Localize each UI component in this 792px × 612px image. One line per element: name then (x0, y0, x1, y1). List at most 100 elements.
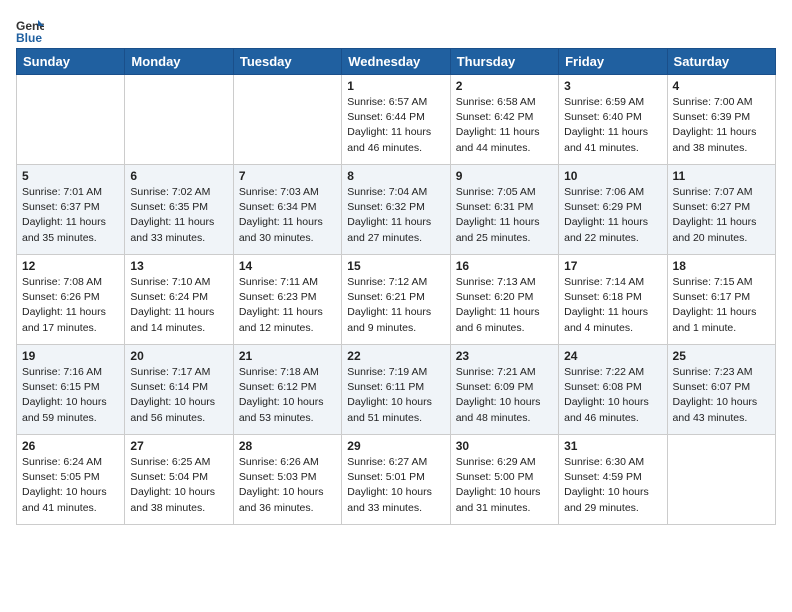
calendar-cell (233, 75, 341, 165)
calendar-cell: 12 Sunrise: 7:08 AM Sunset: 6:26 PM Dayli… (17, 255, 125, 345)
day-info: Sunrise: 7:18 AM Sunset: 6:12 PM Dayligh… (239, 365, 336, 426)
weekday-header-row: SundayMondayTuesdayWednesdayThursdayFrid… (17, 49, 776, 75)
day-info: Sunrise: 7:04 AM Sunset: 6:32 PM Dayligh… (347, 185, 444, 246)
calendar-cell: 23 Sunrise: 7:21 AM Sunset: 6:09 PM Dayli… (450, 345, 558, 435)
day-info: Sunrise: 7:13 AM Sunset: 6:20 PM Dayligh… (456, 275, 553, 336)
weekday-header: Saturday (667, 49, 775, 75)
calendar-cell: 8 Sunrise: 7:04 AM Sunset: 6:32 PM Daylig… (342, 165, 450, 255)
calendar-week-row: 26Sunrise: 6:24 AM Sunset: 5:05 PM Dayli… (17, 435, 776, 525)
day-info: Sunrise: 7:22 AM Sunset: 6:08 PM Dayligh… (564, 365, 661, 426)
logo: General Blue (16, 16, 48, 44)
calendar-cell (667, 435, 775, 525)
day-info: Sunrise: 7:08 AM Sunset: 6:26 PM Dayligh… (22, 275, 119, 336)
day-number: 16 (456, 259, 553, 273)
calendar-cell: 10 Sunrise: 7:06 AM Sunset: 6:29 PM Dayli… (559, 165, 667, 255)
calendar-cell: 26Sunrise: 6:24 AM Sunset: 5:05 PM Dayli… (17, 435, 125, 525)
calendar-cell: 17Sunrise: 7:14 AM Sunset: 6:18 PM Dayli… (559, 255, 667, 345)
svg-text:Blue: Blue (16, 31, 42, 44)
day-number: 17 (564, 259, 661, 273)
calendar-cell: 11 Sunrise: 7:07 AM Sunset: 6:27 PM Dayli… (667, 165, 775, 255)
calendar-cell: 27 Sunrise: 6:25 AM Sunset: 5:04 PM Dayli… (125, 435, 233, 525)
day-number: 22 (347, 349, 444, 363)
day-info: Sunrise: 6:58 AM Sunset: 6:42 PM Dayligh… (456, 95, 553, 156)
calendar-cell: 21 Sunrise: 7:18 AM Sunset: 6:12 PM Dayli… (233, 345, 341, 435)
weekday-header: Tuesday (233, 49, 341, 75)
day-info: Sunrise: 7:16 AM Sunset: 6:15 PM Dayligh… (22, 365, 119, 426)
day-number: 28 (239, 439, 336, 453)
day-info: Sunrise: 7:05 AM Sunset: 6:31 PM Dayligh… (456, 185, 553, 246)
day-info: Sunrise: 6:25 AM Sunset: 5:04 PM Dayligh… (130, 455, 227, 516)
day-number: 13 (130, 259, 227, 273)
day-info: Sunrise: 7:03 AM Sunset: 6:34 PM Dayligh… (239, 185, 336, 246)
day-info: Sunrise: 7:17 AM Sunset: 6:14 PM Dayligh… (130, 365, 227, 426)
calendar-week-row: 1Sunrise: 6:57 AM Sunset: 6:44 PM Daylig… (17, 75, 776, 165)
calendar-week-row: 19 Sunrise: 7:16 AM Sunset: 6:15 PM Dayli… (17, 345, 776, 435)
calendar-cell: 3Sunrise: 6:59 AM Sunset: 6:40 PM Daylig… (559, 75, 667, 165)
calendar-cell: 18 Sunrise: 7:15 AM Sunset: 6:17 PM Dayli… (667, 255, 775, 345)
day-number: 14 (239, 259, 336, 273)
day-info: Sunrise: 7:21 AM Sunset: 6:09 PM Dayligh… (456, 365, 553, 426)
calendar-cell: 15 Sunrise: 7:12 AM Sunset: 6:21 PM Dayli… (342, 255, 450, 345)
weekday-header: Monday (125, 49, 233, 75)
day-info: Sunrise: 7:07 AM Sunset: 6:27 PM Dayligh… (673, 185, 770, 246)
calendar-cell: 25Sunrise: 7:23 AM Sunset: 6:07 PM Dayli… (667, 345, 775, 435)
day-info: Sunrise: 6:30 AM Sunset: 4:59 PM Dayligh… (564, 455, 661, 516)
weekday-header: Thursday (450, 49, 558, 75)
calendar-cell: 9 Sunrise: 7:05 AM Sunset: 6:31 PM Daylig… (450, 165, 558, 255)
calendar-cell: 29Sunrise: 6:27 AM Sunset: 5:01 PM Dayli… (342, 435, 450, 525)
day-info: Sunrise: 6:57 AM Sunset: 6:44 PM Dayligh… (347, 95, 444, 156)
day-info: Sunrise: 7:12 AM Sunset: 6:21 PM Dayligh… (347, 275, 444, 336)
day-number: 3 (564, 79, 661, 93)
weekday-header: Sunday (17, 49, 125, 75)
day-number: 31 (564, 439, 661, 453)
calendar-cell: 22 Sunrise: 7:19 AM Sunset: 6:11 PM Dayli… (342, 345, 450, 435)
day-number: 6 (130, 169, 227, 183)
day-info: Sunrise: 7:02 AM Sunset: 6:35 PM Dayligh… (130, 185, 227, 246)
day-info: Sunrise: 7:11 AM Sunset: 6:23 PM Dayligh… (239, 275, 336, 336)
calendar-cell (17, 75, 125, 165)
calendar-cell: 4Sunrise: 7:00 AM Sunset: 6:39 PM Daylig… (667, 75, 775, 165)
day-number: 18 (673, 259, 770, 273)
calendar-cell: 13 Sunrise: 7:10 AM Sunset: 6:24 PM Dayli… (125, 255, 233, 345)
day-number: 12 (22, 259, 119, 273)
day-number: 2 (456, 79, 553, 93)
calendar-cell: 16 Sunrise: 7:13 AM Sunset: 6:20 PM Dayli… (450, 255, 558, 345)
calendar-cell: 1Sunrise: 6:57 AM Sunset: 6:44 PM Daylig… (342, 75, 450, 165)
calendar-table: SundayMondayTuesdayWednesdayThursdayFrid… (16, 48, 776, 525)
day-number: 19 (22, 349, 119, 363)
day-info: Sunrise: 7:15 AM Sunset: 6:17 PM Dayligh… (673, 275, 770, 336)
day-info: Sunrise: 6:29 AM Sunset: 5:00 PM Dayligh… (456, 455, 553, 516)
day-number: 23 (456, 349, 553, 363)
calendar-cell: 6 Sunrise: 7:02 AM Sunset: 6:35 PM Daylig… (125, 165, 233, 255)
day-info: Sunrise: 7:06 AM Sunset: 6:29 PM Dayligh… (564, 185, 661, 246)
day-number: 29 (347, 439, 444, 453)
day-info: Sunrise: 7:00 AM Sunset: 6:39 PM Dayligh… (673, 95, 770, 156)
logo-icon: General Blue (16, 16, 44, 44)
day-number: 11 (673, 169, 770, 183)
calendar-cell: 31 Sunrise: 6:30 AM Sunset: 4:59 PM Dayli… (559, 435, 667, 525)
day-number: 9 (456, 169, 553, 183)
calendar-cell: 30 Sunrise: 6:29 AM Sunset: 5:00 PM Dayli… (450, 435, 558, 525)
calendar-week-row: 12 Sunrise: 7:08 AM Sunset: 6:26 PM Dayli… (17, 255, 776, 345)
day-info: Sunrise: 7:01 AM Sunset: 6:37 PM Dayligh… (22, 185, 119, 246)
day-number: 15 (347, 259, 444, 273)
day-number: 10 (564, 169, 661, 183)
day-number: 26 (22, 439, 119, 453)
day-number: 5 (22, 169, 119, 183)
calendar-cell: 5 Sunrise: 7:01 AM Sunset: 6:37 PM Daylig… (17, 165, 125, 255)
day-number: 25 (673, 349, 770, 363)
calendar-cell: 20Sunrise: 7:17 AM Sunset: 6:14 PM Dayli… (125, 345, 233, 435)
calendar-cell: 28Sunrise: 6:26 AM Sunset: 5:03 PM Dayli… (233, 435, 341, 525)
weekday-header: Friday (559, 49, 667, 75)
day-info: Sunrise: 7:19 AM Sunset: 6:11 PM Dayligh… (347, 365, 444, 426)
day-number: 21 (239, 349, 336, 363)
calendar-week-row: 5 Sunrise: 7:01 AM Sunset: 6:37 PM Daylig… (17, 165, 776, 255)
calendar-cell: 24Sunrise: 7:22 AM Sunset: 6:08 PM Dayli… (559, 345, 667, 435)
day-number: 8 (347, 169, 444, 183)
day-info: Sunrise: 7:10 AM Sunset: 6:24 PM Dayligh… (130, 275, 227, 336)
day-number: 27 (130, 439, 227, 453)
weekday-header: Wednesday (342, 49, 450, 75)
calendar-cell (125, 75, 233, 165)
calendar-cell: 7Sunrise: 7:03 AM Sunset: 6:34 PM Daylig… (233, 165, 341, 255)
day-number: 30 (456, 439, 553, 453)
